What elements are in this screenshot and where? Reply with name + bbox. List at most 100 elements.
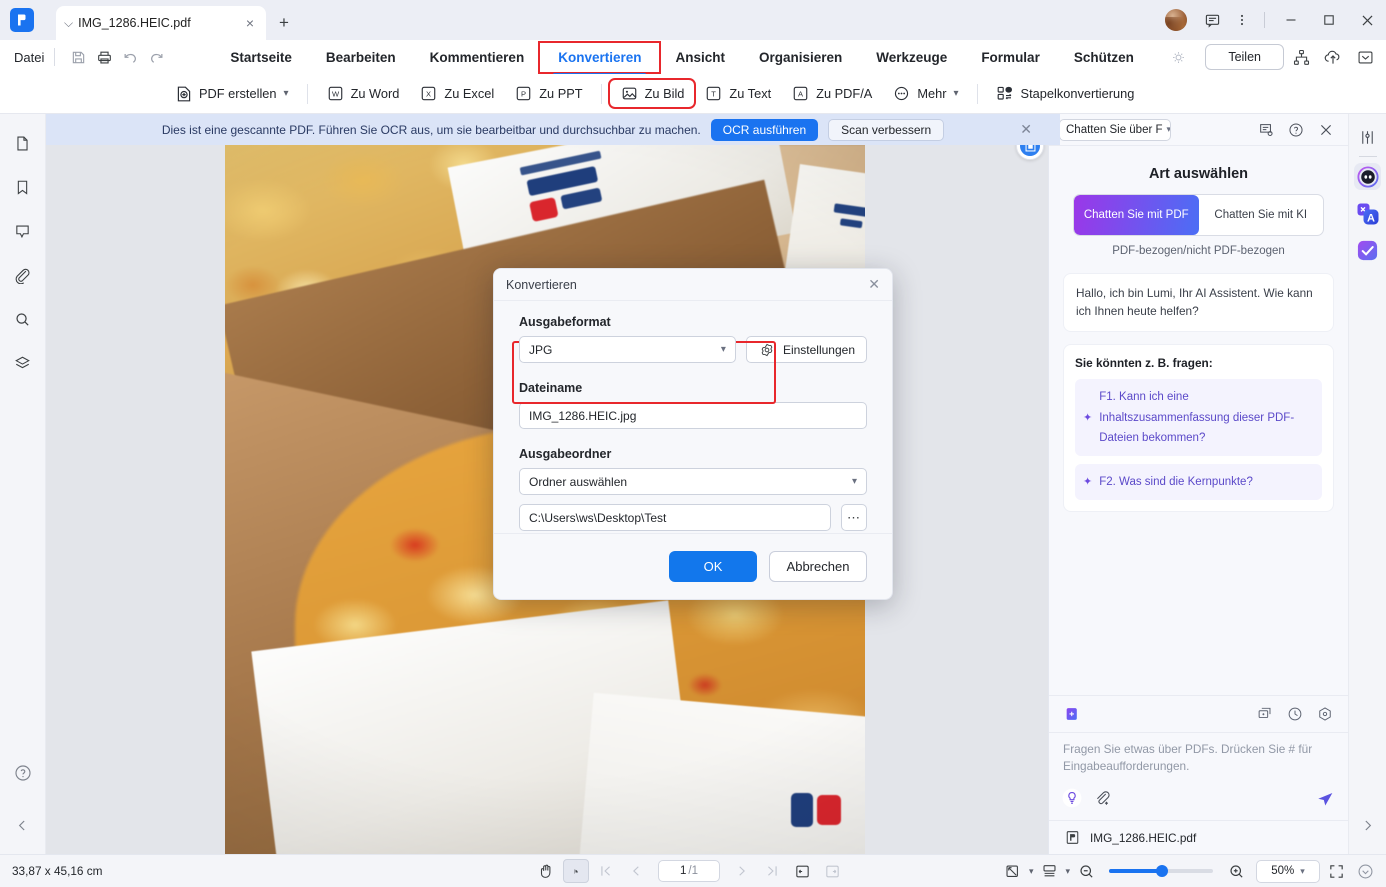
filename-input[interactable]: IMG_1286.HEIC.jpg	[519, 402, 867, 429]
pan-hand-icon[interactable]	[533, 859, 559, 883]
ribbon-tab-kommentieren[interactable]: Kommentieren	[413, 44, 542, 71]
rotate-page-icon[interactable]	[819, 859, 845, 883]
zoom-slider-fill	[1109, 869, 1162, 873]
toolbar-zu-text[interactable]: T Zu Text	[694, 80, 781, 107]
minimize-icon[interactable]	[1272, 0, 1310, 40]
toolbar-pdf-erstellen[interactable]: PDF erstellen ▾	[164, 80, 299, 107]
archive-icon[interactable]	[1350, 43, 1380, 71]
browse-folder-button[interactable]: ⋯	[841, 504, 867, 531]
attach-file-icon[interactable]	[1091, 787, 1113, 809]
redo-icon[interactable]	[143, 44, 169, 70]
send-icon[interactable]	[1314, 787, 1336, 809]
dialog-close-button[interactable]: ✕	[868, 276, 880, 293]
chevron-down-icon[interactable]: ▾	[1029, 866, 1034, 877]
ai-book-icon[interactable]	[1061, 703, 1083, 725]
ai-translate-icon[interactable]: A	[1354, 200, 1381, 227]
ribbon-tab-bearbeiten[interactable]: Bearbeiten	[309, 44, 413, 71]
folder-path-input[interactable]: C:\Users\ws\Desktop\Test	[519, 504, 831, 531]
fullscreen-icon[interactable]	[1323, 859, 1349, 883]
cloud-upload-icon[interactable]	[1318, 43, 1348, 71]
comment-icon[interactable]	[8, 216, 38, 246]
ai-check-icon[interactable]	[1354, 237, 1381, 264]
folder-select[interactable]: Ordner auswählen ▾	[519, 468, 867, 495]
new-chat-icon[interactable]	[1254, 118, 1278, 142]
save-icon[interactable]	[65, 44, 91, 70]
page-number-input[interactable]: 1 /1	[658, 860, 720, 882]
run-ocr-button[interactable]: OCR ausführen	[710, 118, 819, 141]
expand-right-icon[interactable]	[1353, 810, 1383, 840]
chat-input[interactable]: Fragen Sie etwas über PDFs. Drücken Sie …	[1049, 731, 1348, 776]
help-circle-icon[interactable]	[1284, 118, 1308, 142]
ribbon-tab-konvertieren[interactable]: Konvertieren	[538, 40, 662, 76]
toolbar-zu-pdfa[interactable]: A Zu PDF/A	[781, 80, 882, 107]
prompt-bulb-icon[interactable]	[1061, 787, 1083, 809]
layers-icon[interactable]	[8, 348, 38, 378]
ribbon-tab-werkzeuge[interactable]: Werkzeuge	[859, 44, 964, 71]
segment-chat-with-pdf[interactable]: Chatten Sie mit PDF	[1074, 195, 1199, 235]
close-icon[interactable]	[1348, 0, 1386, 40]
menu-file[interactable]: Datei	[14, 50, 44, 65]
document-tab[interactable]: ⌵ IMG_1286.HEIC.pdf ×	[56, 6, 266, 40]
zoom-level-select[interactable]: 50% ▾	[1256, 859, 1320, 883]
scroll-mode-icon[interactable]	[1036, 859, 1062, 883]
attached-file-row[interactable]: IMG_1286.HEIC.pdf	[1049, 820, 1348, 854]
toolbar-stapelkonvertierung[interactable]: Stapelkonvertierung	[986, 80, 1145, 107]
first-page-icon[interactable]	[593, 859, 619, 883]
zoom-slider-handle[interactable]	[1156, 865, 1168, 877]
page-layout-icon[interactable]	[1000, 859, 1026, 883]
feedback-icon[interactable]	[1197, 4, 1227, 36]
settings-sliders-icon[interactable]	[1353, 122, 1383, 152]
print-icon[interactable]	[91, 44, 117, 70]
share-tree-icon[interactable]	[1286, 43, 1316, 71]
ribbon-tab-formular[interactable]: Formular	[964, 44, 1057, 71]
suggestion-item[interactable]: ✦ F1. Kann ich eine Inhaltszusammenfassu…	[1075, 379, 1322, 456]
duplicate-icon[interactable]	[1254, 703, 1276, 725]
search-icon[interactable]	[8, 304, 38, 334]
maximize-icon[interactable]	[1310, 0, 1348, 40]
toolbar-mehr[interactable]: Mehr ▾	[882, 80, 968, 107]
lumi-ai-chat-icon[interactable]	[1354, 163, 1381, 190]
history-icon[interactable]	[1284, 703, 1306, 725]
help-icon[interactable]	[8, 758, 38, 788]
ribbon-tab-startseite[interactable]: Startseite	[213, 44, 309, 71]
bookmark-icon[interactable]	[8, 172, 38, 202]
prev-page-icon[interactable]	[623, 859, 649, 883]
output-format-select[interactable]: JPG ▾	[519, 336, 736, 363]
chevron-down-icon[interactable]: ▾	[1065, 866, 1070, 877]
ribbon-tab-ansicht[interactable]: Ansicht	[658, 44, 742, 71]
attachment-icon[interactable]	[8, 260, 38, 290]
enhance-scan-button[interactable]: Scan verbessern	[828, 118, 945, 141]
theme-toggle-icon[interactable]	[1352, 859, 1378, 883]
toolbar-zu-word[interactable]: W Zu Word	[316, 80, 410, 107]
next-page-icon[interactable]	[729, 859, 755, 883]
fit-page-icon[interactable]	[789, 859, 815, 883]
segment-chat-with-ai[interactable]: Chatten Sie mit KI	[1199, 195, 1324, 235]
bulb-icon[interactable]	[1165, 44, 1193, 70]
more-vertical-icon[interactable]	[1227, 4, 1257, 36]
zoom-out-icon[interactable]	[1073, 859, 1099, 883]
close-tab-button[interactable]: ×	[242, 16, 258, 30]
ok-button[interactable]: OK	[669, 551, 757, 582]
zoom-in-icon[interactable]	[1223, 859, 1249, 883]
suggestion-item[interactable]: ✦ F2. Was sind die Kernpunkte?	[1075, 463, 1322, 500]
toolbar-zu-excel[interactable]: X Zu Excel	[409, 80, 504, 107]
ribbon-tab-schuetzen[interactable]: Schützen	[1057, 44, 1151, 71]
last-page-icon[interactable]	[759, 859, 785, 883]
close-icon[interactable]	[1314, 118, 1338, 142]
settings-hex-icon[interactable]	[1314, 703, 1336, 725]
toolbar-zu-bild[interactable]: Zu Bild	[607, 78, 697, 109]
avatar[interactable]	[1165, 9, 1187, 31]
share-button[interactable]: Teilen	[1205, 44, 1284, 70]
zoom-slider[interactable]	[1109, 865, 1213, 877]
select-text-icon[interactable]	[563, 859, 589, 883]
ribbon-tab-organisieren[interactable]: Organisieren	[742, 44, 859, 71]
toolbar-zu-ppt[interactable]: P Zu PPT	[504, 80, 592, 107]
cancel-button[interactable]: Abbrechen	[769, 551, 867, 582]
close-ocr-banner-button[interactable]: ✕	[1020, 121, 1032, 138]
chat-mode-select[interactable]: Chatten Sie über F ▾	[1059, 118, 1171, 141]
undo-icon[interactable]	[117, 44, 143, 70]
new-tab-button[interactable]: +	[272, 11, 296, 35]
collapse-left-icon[interactable]	[8, 810, 38, 840]
settings-button[interactable]: Einstellungen	[745, 336, 867, 363]
page-thumbnails-icon[interactable]	[8, 128, 38, 158]
